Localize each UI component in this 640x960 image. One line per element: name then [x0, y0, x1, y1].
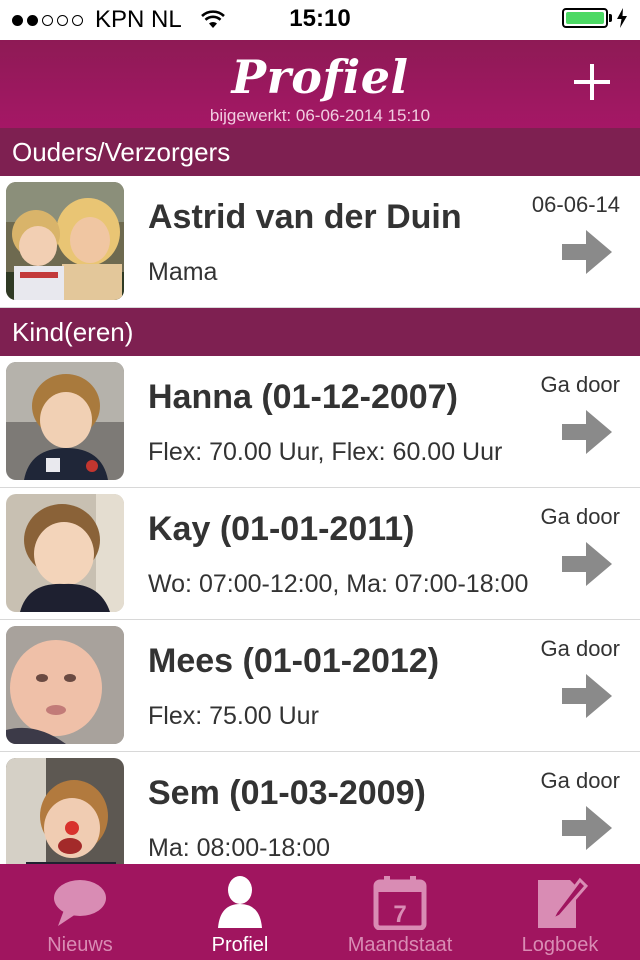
calendar-icon: 7 — [373, 876, 427, 930]
row-subtitle: Wo: 07:00-12:00, Ma: 07:00-18:00 — [148, 570, 529, 598]
row-subtitle: Ma: 08:00-18:00 — [148, 834, 331, 862]
arrow-right-icon[interactable] — [562, 674, 612, 718]
section-header-children: Kind(eren) — [0, 308, 640, 356]
add-button[interactable] — [572, 62, 612, 102]
avatar — [6, 182, 124, 300]
row-name: Mees (01-01-2012) — [148, 642, 440, 680]
row-name: Sem (01-03-2009) — [148, 774, 426, 812]
notebook-pencil-icon — [538, 877, 589, 928]
app-header: Profiel bijgewerkt: 06-06-2014 15:10 — [0, 40, 640, 128]
child-row-mees[interactable]: Mees (01-01-2012) Flex: 75.00 Uur Ga doo… — [0, 620, 640, 752]
avatar — [6, 494, 124, 612]
last-updated-label: bijgewerkt: 06-06-2014 15:10 — [209, 106, 431, 125]
avatar — [6, 758, 124, 876]
person-icon — [218, 876, 262, 928]
parent-row-astrid[interactable]: Astrid van der Duin Mama 06-06-14 — [0, 176, 640, 308]
row-name: Astrid van der Duin — [148, 198, 462, 236]
status-bar: KPN NL 15:10 — [0, 0, 640, 40]
arrow-right-icon[interactable] — [562, 542, 612, 586]
tab-maandstaat[interactable]: 7 Maandstaat — [320, 864, 480, 960]
tab-label: Profiel — [211, 934, 269, 956]
row-subtitle: Flex: 70.00 Uur, Flex: 60.00 Uur — [148, 438, 503, 466]
row-action-label: Ga door — [540, 768, 621, 793]
arrow-right-icon[interactable] — [562, 410, 612, 454]
row-action-label: Ga door — [540, 636, 621, 661]
tab-label: Nieuws — [47, 934, 113, 956]
row-action-label: Ga door — [540, 504, 621, 529]
row-name: Hanna (01-12-2007) — [148, 378, 458, 416]
tab-label: Maandstaat — [347, 934, 453, 956]
status-time: 15:10 — [289, 5, 351, 32]
row-name: Kay (01-01-2011) — [148, 510, 415, 548]
tab-logboek[interactable]: Logboek — [480, 864, 640, 960]
avatar — [6, 362, 124, 480]
page-title: Profiel — [231, 50, 409, 104]
calendar-day: 7 — [393, 901, 406, 928]
arrow-right-icon[interactable] — [562, 806, 612, 850]
tab-nieuws[interactable]: Nieuws — [0, 864, 160, 960]
speech-bubble-icon — [54, 880, 106, 926]
arrow-right-icon[interactable] — [562, 230, 612, 274]
battery-icon — [562, 8, 608, 28]
row-subtitle: Mama — [148, 258, 218, 286]
child-row-kay[interactable]: Kay (01-01-2011) Wo: 07:00-12:00, Ma: 07… — [0, 488, 640, 620]
tab-label: Logboek — [521, 934, 599, 956]
row-action-label: Ga door — [540, 372, 621, 397]
section-header-parents: Ouders/Verzorgers — [0, 128, 640, 176]
tab-bar: Nieuws Profiel 7 Maandstaat Logboek — [0, 864, 640, 960]
charging-bolt-icon — [617, 8, 627, 28]
row-subtitle: Flex: 75.00 Uur — [148, 702, 319, 730]
battery-indicator — [562, 8, 628, 28]
avatar — [6, 626, 124, 744]
tab-profiel[interactable]: Profiel — [160, 864, 320, 960]
row-date: 06-06-14 — [531, 192, 620, 217]
child-row-hanna[interactable]: Hanna (01-12-2007) Flex: 70.00 Uur, Flex… — [0, 356, 640, 488]
